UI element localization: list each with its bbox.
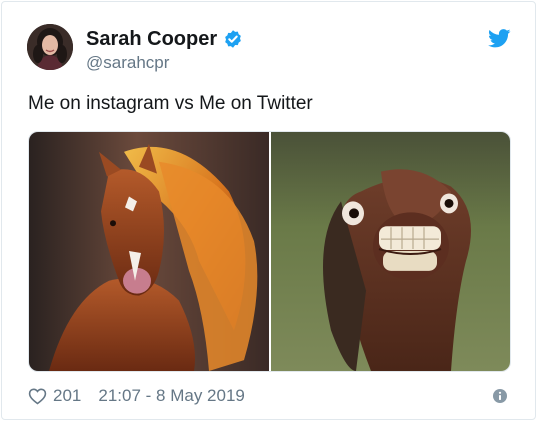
verified-badge-icon xyxy=(225,30,241,48)
tweet-footer: 201 21:07 - 8 May 2019 xyxy=(28,385,245,407)
tweet-card[interactable]: Sarah Cooper @sarahcpr Me on instagram v… xyxy=(1,1,536,420)
tweet-text: Me on instagram vs Me on Twitter xyxy=(28,93,313,114)
display-name[interactable]: Sarah Cooper xyxy=(86,27,217,51)
twitter-bird-icon[interactable] xyxy=(488,29,511,48)
media-photo-left[interactable] xyxy=(29,132,269,371)
info-icon[interactable] xyxy=(493,389,507,403)
tweet-media[interactable] xyxy=(28,131,511,372)
heart-icon[interactable] xyxy=(28,387,47,405)
avatar[interactable] xyxy=(27,24,73,70)
timestamp[interactable]: 21:07 - 8 May 2019 xyxy=(98,386,244,406)
like-count[interactable]: 201 xyxy=(53,386,81,406)
handle[interactable]: @sarahcpr xyxy=(86,53,169,73)
media-photo-right[interactable] xyxy=(271,132,510,371)
